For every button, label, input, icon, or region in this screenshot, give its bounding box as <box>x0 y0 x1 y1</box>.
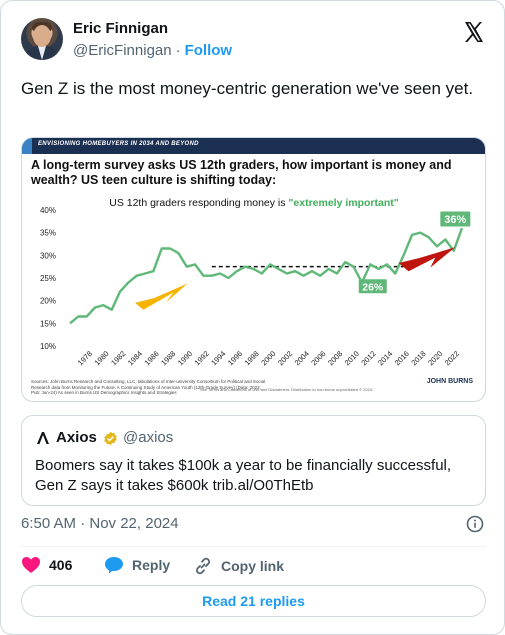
chart-headline: A long-term survey asks US 12th graders,… <box>31 158 452 187</box>
x-tick-label: 2004 <box>293 349 311 367</box>
heart-icon <box>22 557 40 573</box>
x-logo-icon[interactable] <box>462 20 486 44</box>
tweet-header: Eric Finnigan @EricFinnigan · Follow <box>21 18 486 64</box>
info-icon[interactable] <box>466 515 484 533</box>
chart-band: ENVISIONING HOMEBUYERS IN 2034 AND BEYON… <box>22 138 485 154</box>
author-handle-line: @EricFinnigan · Follow <box>73 42 232 59</box>
timestamp[interactable]: 6:50 AM · Nov 22, 2024 <box>21 515 179 532</box>
x-tick-label: 1978 <box>76 349 94 367</box>
y-tick-label: 15% <box>40 319 56 328</box>
x-tick-label: 2010 <box>343 349 361 367</box>
read-replies-button[interactable]: Read 21 replies <box>21 585 486 617</box>
x-tick-label: 1998 <box>243 349 261 367</box>
y-tick-label: 20% <box>40 297 56 306</box>
action-bar: 406 Reply Copy link <box>21 556 486 576</box>
divider <box>21 546 486 547</box>
x-tick-label: 1988 <box>159 349 177 367</box>
follow-button[interactable]: Follow <box>185 42 233 59</box>
x-tick-label: 2014 <box>376 349 394 367</box>
author-name[interactable]: Eric Finnigan <box>73 20 168 37</box>
x-tick-label: 2016 <box>393 349 411 367</box>
quote-author-name: Axios <box>56 429 97 446</box>
reply-label: Reply <box>132 557 171 573</box>
annotation-26-label: 26% <box>362 281 384 293</box>
x-tick-label: 1994 <box>209 349 227 367</box>
x-tick-label: 1980 <box>93 349 111 367</box>
x-tick-label: 2000 <box>259 349 277 367</box>
axios-logo-icon <box>37 432 49 444</box>
series-line <box>69 227 464 325</box>
x-tick-label: 2008 <box>326 349 344 367</box>
x-tick-label: 1984 <box>126 349 144 367</box>
y-tick-label: 25% <box>40 274 56 283</box>
copy-link-button[interactable]: Copy link <box>193 556 284 576</box>
x-tick-label: 1996 <box>226 349 244 367</box>
chart-terms: See Terms and Conditions of Use and Disc… <box>200 387 374 392</box>
brand-logo: JOHN BURNS <box>426 378 473 385</box>
chart-title: US 12th graders responding money is "ext… <box>109 197 399 209</box>
chart-image[interactable]: ENVISIONING HOMEBUYERS IN 2034 AND BEYON… <box>21 137 486 402</box>
quote-author-handle: @axios <box>123 429 174 446</box>
chart-band-text: ENVISIONING HOMEBUYERS IN 2034 AND BEYON… <box>38 141 199 147</box>
tweet-text: Gen Z is the most money-centric generati… <box>21 79 474 98</box>
like-count: 406 <box>49 557 73 573</box>
red-arrow-icon <box>398 247 456 272</box>
x-tick-label: 2022 <box>443 349 461 367</box>
like-button[interactable]: 406 <box>21 556 72 574</box>
verified-badge-icon <box>104 431 117 446</box>
y-tick-label: 30% <box>40 251 56 260</box>
quoted-tweet[interactable]: Axios @axios Boomers say it takes $100k … <box>21 415 486 506</box>
x-tick-label: 1986 <box>143 349 161 367</box>
x-tick-label: 2020 <box>426 349 444 367</box>
tweet-card: Eric Finnigan @EricFinnigan · Follow Gen Z… <box>0 0 505 635</box>
copy-link-label: Copy link <box>221 558 285 574</box>
x-tick-label: 2002 <box>276 349 294 367</box>
y-tick-label: 35% <box>40 229 56 238</box>
line-chart: US 12th graders responding money is "ext… <box>40 197 471 367</box>
y-tick-label: 40% <box>40 206 56 215</box>
quote-text: Boomers say it takes $100k a year to be … <box>35 457 452 494</box>
x-tick-label: 1990 <box>176 349 194 367</box>
link-icon <box>196 557 210 575</box>
x-tick-label: 2012 <box>359 349 377 367</box>
yellow-arrow-icon <box>135 283 188 310</box>
y-tick-label: 10% <box>40 342 56 351</box>
reply-icon <box>105 557 123 574</box>
x-tick-label: 1982 <box>109 349 127 367</box>
avatar[interactable] <box>21 18 63 60</box>
separator: · <box>175 42 181 59</box>
annotation-36-label: 36% <box>444 214 466 226</box>
x-tick-label: 1992 <box>193 349 211 367</box>
author-handle[interactable]: @EricFinnigan <box>73 42 172 59</box>
x-tick-label: 2006 <box>309 349 327 367</box>
x-tick-label: 2018 <box>409 349 427 367</box>
reply-button[interactable]: Reply <box>104 556 170 574</box>
